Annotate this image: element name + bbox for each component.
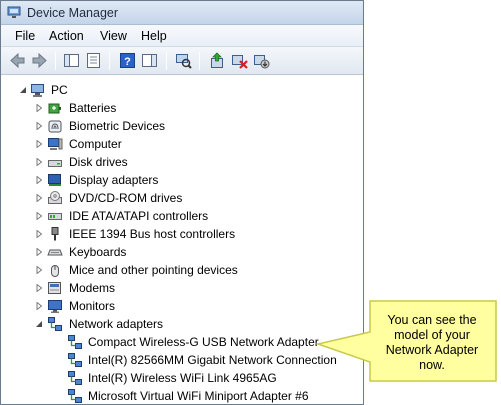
uninstall-icon[interactable]	[231, 52, 248, 69]
network-adapter-icon	[68, 353, 82, 367]
title-bar[interactable]: Device Manager	[1, 1, 363, 25]
forward-icon[interactable]	[31, 52, 48, 69]
collapse-arrow-icon[interactable]	[19, 86, 27, 94]
category-ieee-1394-bus-host-controllers[interactable]: IEEE 1394 Bus host controllers	[1, 225, 363, 243]
network-adapter-label: Microsoft Virtual WiFi Miniport Adapter …	[88, 389, 309, 403]
expand-arrow-icon[interactable]	[35, 194, 43, 202]
category-dvd-cd-rom-drives[interactable]: DVD/CD-ROM drives	[1, 189, 363, 207]
category-label: Biometric Devices	[69, 119, 166, 133]
expand-arrow-icon[interactable]	[35, 140, 43, 148]
network-adapter-item[interactable]: Intel(R) 82566MM Gigabit Network Connect…	[1, 351, 363, 369]
menu-file[interactable]: File	[15, 29, 35, 43]
toolbar-separator	[55, 52, 56, 70]
tree-root-label: PC	[51, 83, 68, 97]
category-disk-drives[interactable]: Disk drives	[1, 153, 363, 171]
callout-line: You can see the	[387, 313, 477, 327]
callout-line: model of your	[394, 328, 470, 342]
network-adapter-icon	[68, 371, 82, 385]
svg-text:?: ?	[124, 56, 131, 68]
mouse-icon	[51, 265, 59, 277]
expand-arrow-icon[interactable]	[35, 122, 43, 130]
expand-arrow-icon[interactable]	[35, 248, 43, 256]
callout-text: You can see the model of your Network Ad…	[372, 313, 492, 373]
expand-arrow-icon[interactable]	[35, 212, 43, 220]
category-label: Keyboards	[69, 245, 127, 259]
device-manager-window: Device Manager File Action View Help ? P…	[0, 0, 364, 405]
category-label: Computer	[69, 137, 122, 151]
ide-controller-icon	[48, 213, 62, 220]
device-manager-app-icon	[7, 6, 21, 18]
network-adapter-item[interactable]: Microsoft Virtual WiFi Miniport Adapter …	[1, 387, 363, 404]
callout-line: now.	[419, 358, 445, 372]
category-label: Monitors	[69, 299, 116, 313]
category-monitors[interactable]: Monitors	[1, 297, 363, 315]
category-network-adapters[interactable]: Network adapters	[1, 315, 363, 333]
collapse-arrow-icon[interactable]	[35, 320, 43, 328]
show-hide-tree-icon[interactable]	[63, 52, 80, 69]
update-driver-icon[interactable]	[209, 52, 226, 69]
category-computer[interactable]: Computer	[1, 135, 363, 153]
expand-arrow-icon[interactable]	[35, 284, 43, 292]
network-adapter-icon	[68, 389, 82, 403]
category-label: Network adapters	[69, 317, 164, 331]
back-icon[interactable]	[9, 52, 26, 69]
scan-hardware-icon[interactable]	[175, 52, 192, 69]
menu-help[interactable]: Help	[141, 29, 167, 43]
tree-root[interactable]: PC	[1, 81, 363, 99]
network-adapter-label: Compact Wireless-G USB Network Adapter	[88, 335, 319, 349]
menu-view[interactable]: View	[100, 29, 127, 43]
disk-drive-icon	[48, 160, 62, 167]
expand-arrow-icon[interactable]	[35, 302, 43, 310]
expand-arrow-icon[interactable]	[35, 104, 43, 112]
network-adapter-item[interactable]: Intel(R) Wireless WiFi Link 4965AG	[1, 369, 363, 387]
computer-icon	[31, 84, 44, 97]
category-display-adapters[interactable]: Display adapters	[1, 171, 363, 189]
category-batteries[interactable]: Batteries	[1, 99, 363, 117]
toolbar: ?	[1, 47, 363, 75]
network-adapter-icon	[48, 317, 62, 331]
ieee1394-icon	[51, 227, 59, 241]
modem-icon	[48, 282, 61, 294]
help-icon[interactable]: ?	[119, 52, 136, 69]
category-label: Batteries	[69, 101, 117, 115]
network-adapter-label: Intel(R) 82566MM Gigabit Network Connect…	[88, 353, 337, 367]
category-label: Modems	[69, 281, 116, 295]
category-label: Display adapters	[69, 173, 159, 187]
toolbar-separator	[109, 52, 110, 70]
category-label: IDE ATA/ATAPI controllers	[69, 209, 209, 223]
expand-arrow-icon[interactable]	[35, 158, 43, 166]
category-label: Mice and other pointing devices	[69, 263, 238, 277]
category-ide-ata-atapi-controllers[interactable]: IDE ATA/ATAPI controllers	[1, 207, 363, 225]
category-biometric-devices[interactable]: Biometric Devices	[1, 117, 363, 135]
action-pane-icon[interactable]	[141, 52, 158, 69]
category-label: Disk drives	[69, 155, 128, 169]
toolbar-separator	[199, 52, 200, 70]
category-label: DVD/CD-ROM drives	[69, 191, 183, 205]
device-tree: PC Batteries Biometric Devices Computer …	[1, 75, 363, 404]
expand-arrow-icon[interactable]	[35, 176, 43, 184]
callout-line: Network Adapter	[385, 343, 479, 357]
menu-bar: File Action View Help	[1, 25, 363, 47]
network-adapter-label: Intel(R) Wireless WiFi Link 4965AG	[88, 371, 277, 385]
category-mice[interactable]: Mice and other pointing devices	[1, 261, 363, 279]
network-adapter-icon	[68, 335, 82, 349]
dvd-drive-icon	[48, 191, 62, 204]
display-adapter-icon	[48, 174, 61, 186]
expand-arrow-icon[interactable]	[35, 230, 43, 238]
category-label: IEEE 1394 Bus host controllers	[69, 227, 236, 241]
category-modems[interactable]: Modems	[1, 279, 363, 297]
category-keyboards[interactable]: Keyboards	[1, 243, 363, 261]
computer-icon	[48, 138, 63, 150]
toolbar-separator	[166, 52, 167, 70]
menu-action[interactable]: Action	[49, 29, 84, 43]
monitor-icon	[48, 300, 62, 313]
network-adapter-item[interactable]: Compact Wireless-G USB Network Adapter	[1, 333, 363, 351]
properties-icon[interactable]	[85, 52, 102, 69]
fingerprint-icon	[48, 120, 62, 133]
expand-arrow-icon[interactable]	[35, 266, 43, 274]
window-title: Device Manager	[27, 6, 119, 20]
keyboard-icon	[47, 249, 63, 256]
battery-icon	[48, 103, 61, 114]
disable-icon[interactable]	[253, 52, 270, 69]
